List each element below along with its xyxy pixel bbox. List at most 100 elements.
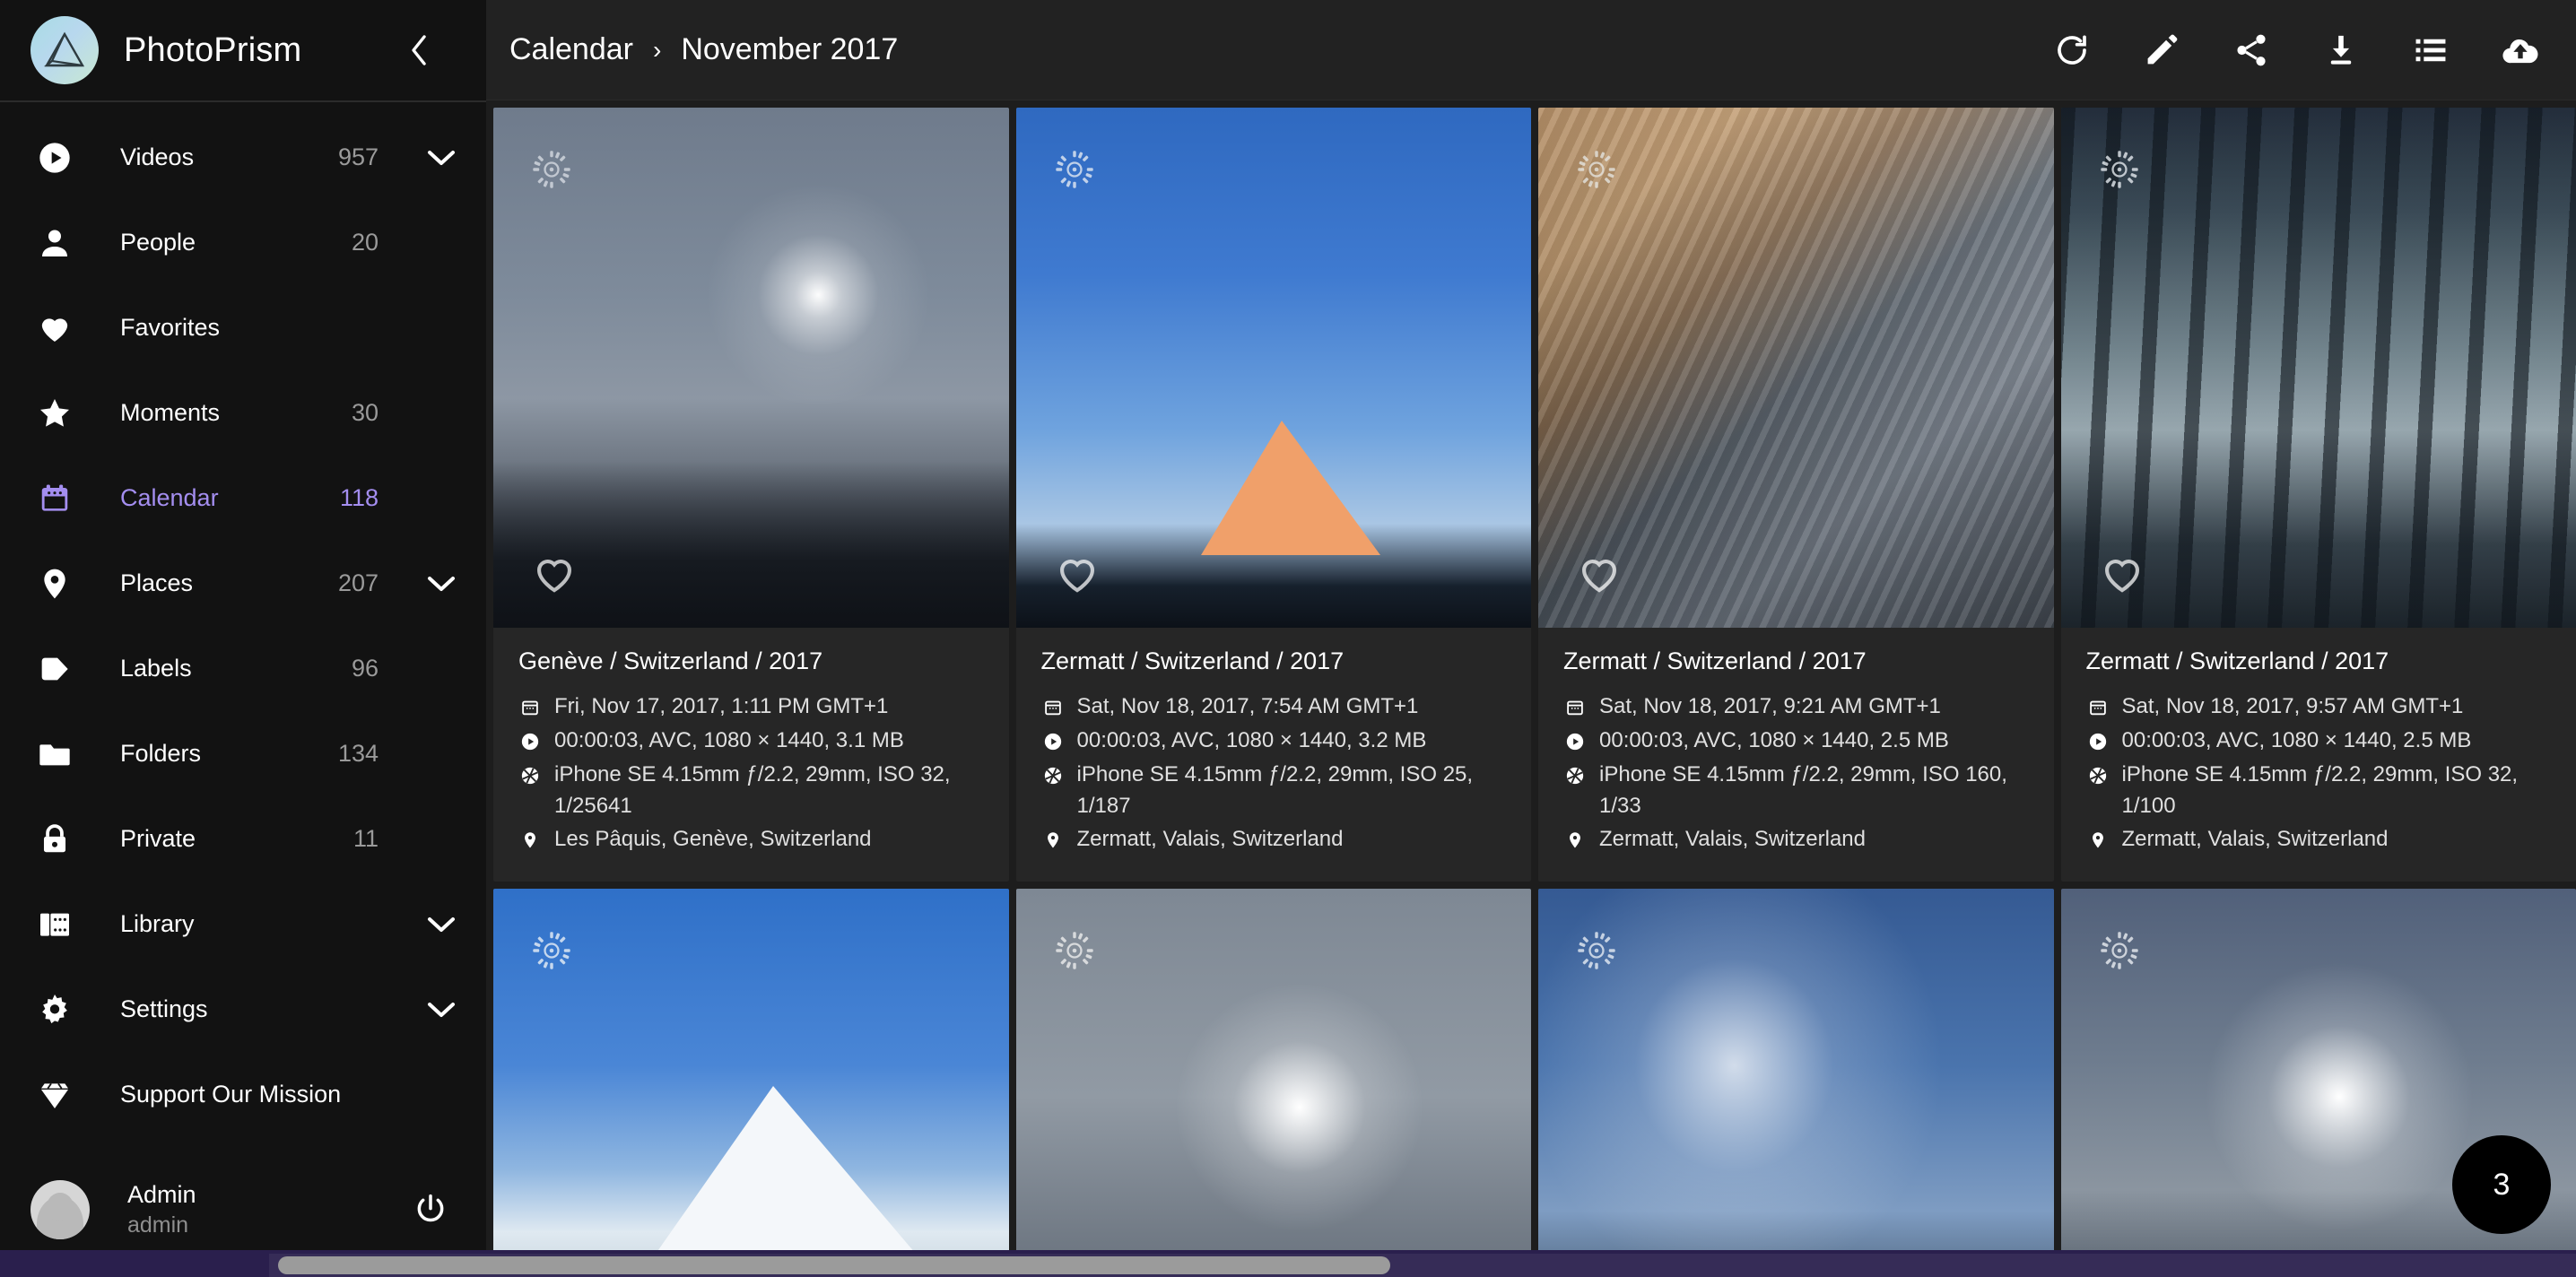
photo-thumbnail[interactable] [493, 108, 1009, 628]
sidebar: PhotoPrism Videos 957 People 20 Favorite… [0, 0, 486, 1277]
play-circle-icon [1563, 726, 1587, 757]
sidebar-item-count: 11 [352, 825, 379, 852]
heart-outline-icon[interactable] [531, 551, 578, 597]
photo-media-row: 00:00:03, AVC, 1080 × 1440, 3.1 MB [518, 725, 984, 757]
photoprism-app: PhotoPrism Videos 957 People 20 Favorite… [0, 0, 2576, 1277]
sidebar-item-count: 957 [337, 143, 379, 170]
photo-media-row: 00:00:03, AVC, 1080 × 1440, 3.2 MB [1041, 725, 1507, 757]
person-icon [30, 225, 79, 261]
sidebar-item-videos[interactable]: Videos 957 [0, 115, 486, 200]
photo-card[interactable]: Zermatt / Switzerland / 2017 Sat, Nov 18… [1538, 108, 2054, 882]
map-pin-icon [1041, 825, 1065, 856]
photo-date: Sat, Nov 18, 2017, 7:54 AM GMT+1 [1076, 694, 1419, 718]
power-icon[interactable] [405, 1185, 456, 1235]
sidebar-collapse-button[interactable] [398, 30, 439, 71]
loading-spinner-icon [1576, 930, 1617, 971]
photo-title: Genève / Switzerland / 2017 [518, 647, 823, 674]
aperture-icon [1041, 760, 1065, 791]
reload-button[interactable] [2049, 27, 2095, 74]
sidebar-nav: Videos 957 People 20 Favorites Moments 3… [0, 102, 486, 1142]
sidebar-item-calendar[interactable]: Calendar 118 [0, 456, 486, 541]
sidebar-item-places[interactable]: Places 207 [0, 541, 486, 626]
upload-button[interactable] [2497, 27, 2544, 74]
user-display-name: Admin [127, 1181, 196, 1208]
sidebar-item-count: 30 [351, 399, 379, 426]
photo-location: Zermatt, Valais, Switzerland [1076, 827, 1344, 852]
sidebar-item-library[interactable]: Library [0, 882, 486, 967]
photo-media-info: 00:00:03, AVC, 1080 × 1440, 2.5 MB [1599, 728, 1949, 752]
heart-outline-icon[interactable] [1576, 551, 1623, 597]
sidebar-item-count: 20 [351, 229, 379, 256]
sidebar-item-people[interactable]: People 20 [0, 200, 486, 285]
map-pin-icon [2086, 825, 2110, 856]
chevron-down-icon[interactable] [404, 916, 456, 934]
sidebar-item-labels[interactable]: Labels 96 [0, 626, 486, 711]
photo-card[interactable]: Genève / Switzerland / 2017 Fri, Nov 17,… [493, 108, 1009, 882]
breadcrumb: Calendar › November 2017 [509, 32, 898, 67]
sidebar-item-folders[interactable]: Folders 134 [0, 711, 486, 796]
share-button[interactable] [2228, 27, 2275, 74]
sidebar-item-favorites[interactable]: Favorites [0, 285, 486, 370]
photo-thumbnail[interactable] [2060, 108, 2576, 628]
heart-outline-icon[interactable] [1054, 551, 1101, 597]
chevron-down-icon[interactable] [404, 1001, 456, 1019]
photo-date: Fri, Nov 17, 2017, 1:11 PM GMT+1 [554, 694, 889, 718]
heart-outline-icon[interactable] [2099, 551, 2145, 597]
play-circle-icon [1041, 726, 1065, 757]
play-circle-icon [518, 726, 542, 757]
photo-thumbnail[interactable] [1538, 108, 2054, 628]
photo-date: Sat, Nov 18, 2017, 9:57 AM GMT+1 [2121, 694, 2464, 718]
sidebar-item-support-our-mission[interactable]: Support Our Mission [0, 1052, 486, 1137]
photo-location-row: Zermatt, Valais, Switzerland [1563, 824, 2029, 856]
loading-spinner-icon [1054, 930, 1095, 971]
photo-card[interactable] [1015, 889, 1531, 1277]
photo-media-info: 00:00:03, AVC, 1080 × 1440, 3.2 MB [1076, 728, 1427, 752]
selection-count-badge[interactable]: 3 [2452, 1135, 2551, 1234]
sidebar-item-label: Library [120, 910, 195, 937]
photo-title: Zermatt / Switzerland / 2017 [2085, 647, 2389, 674]
photo-date-row: Fri, Nov 17, 2017, 1:11 PM GMT+1 [518, 691, 984, 723]
photo-thumbnail[interactable] [1015, 108, 1531, 628]
sidebar-item-moments[interactable]: Moments 30 [0, 370, 486, 456]
photo-card[interactable] [1538, 889, 2054, 1277]
photo-camera-info: iPhone SE 4.15mm ƒ/2.2, 29mm, ISO 160, 1… [1599, 762, 2007, 818]
download-button[interactable] [2318, 27, 2364, 74]
app-title: PhotoPrism [124, 30, 302, 69]
sidebar-item-label: Moments [120, 399, 221, 426]
play-circle-icon [2086, 726, 2110, 757]
breadcrumb-item-current: November 2017 [681, 32, 899, 66]
list-view-button[interactable] [2407, 27, 2454, 74]
horizontal-scrollbar-thumb[interactable] [278, 1256, 1390, 1274]
chevron-down-icon[interactable] [404, 149, 456, 167]
photo-metadata: Zermatt / Switzerland / 2017 Sat, Nov 18… [2061, 628, 2576, 882]
label-tag-icon [30, 651, 79, 687]
calendar-icon [1041, 692, 1065, 723]
photo-camera-row: iPhone SE 4.15mm ƒ/2.2, 29mm, ISO 32, 1/… [518, 760, 984, 821]
photo-thumbnail[interactable] [1015, 889, 1531, 1277]
photo-metadata: Genève / Switzerland / 2017 Fri, Nov 17,… [493, 628, 1009, 882]
library-film-icon [30, 907, 79, 943]
photo-location-row: Zermatt, Valais, Switzerland [2086, 824, 2552, 856]
play-circle-icon [30, 140, 79, 176]
photo-camera-info: iPhone SE 4.15mm ƒ/2.2, 29mm, ISO 25, 1/… [1076, 762, 1474, 818]
sidebar-item-count: 134 [337, 740, 379, 767]
top-toolbar: Calendar › November 2017 [486, 0, 2576, 100]
photo-grid-container: Genève / Switzerland / 2017 Fri, Nov 17,… [486, 100, 2576, 1277]
heart-icon [30, 310, 79, 346]
photo-thumbnail[interactable] [493, 889, 1009, 1277]
photo-title: Zermatt / Switzerland / 2017 [1563, 647, 1867, 674]
user-names: Admin admin [127, 1181, 196, 1238]
edit-button[interactable] [2138, 27, 2185, 74]
breadcrumb-item-calendar[interactable]: Calendar [509, 32, 633, 67]
photo-media-info: 00:00:03, AVC, 1080 × 1440, 3.1 MB [554, 728, 904, 752]
photo-card[interactable]: Zermatt / Switzerland / 2017 Sat, Nov 18… [1015, 108, 1532, 882]
photo-camera-row: iPhone SE 4.15mm ƒ/2.2, 29mm, ISO 32, 1/… [2086, 760, 2552, 821]
sidebar-item-settings[interactable]: Settings [0, 967, 486, 1052]
chevron-down-icon[interactable] [404, 575, 456, 593]
photo-thumbnail[interactable] [1538, 889, 2054, 1277]
sidebar-item-private[interactable]: Private 11 [0, 796, 486, 882]
photo-card[interactable] [493, 889, 1009, 1277]
photo-card[interactable]: Zermatt / Switzerland / 2017 Sat, Nov 18… [2060, 108, 2576, 882]
photo-camera-row: iPhone SE 4.15mm ƒ/2.2, 29mm, ISO 160, 1… [1563, 760, 2029, 821]
photo-metadata: Zermatt / Switzerland / 2017 Sat, Nov 18… [1016, 628, 1532, 882]
